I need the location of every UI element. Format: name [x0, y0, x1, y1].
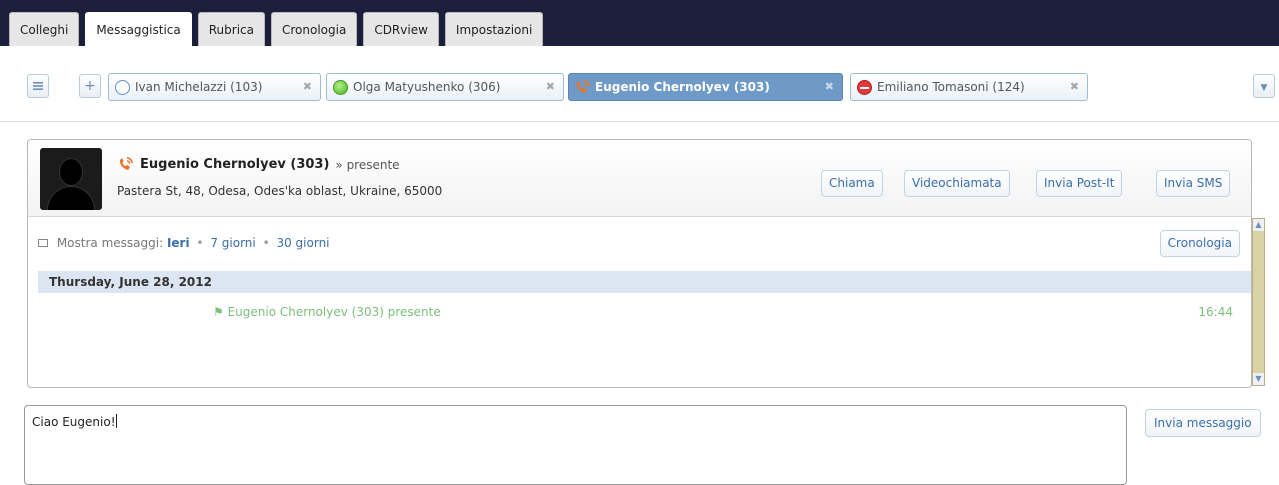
day-header: Thursday, June 28, 2012 [38, 271, 1251, 293]
history-button[interactable]: Cronologia [1159, 230, 1240, 257]
text-caret [115, 414, 117, 428]
divider [0, 121, 1279, 122]
tab-impostazioni[interactable]: Impostazioni [444, 12, 544, 46]
conversation-tab-label: Ivan Michelazzi (103) [135, 80, 263, 94]
close-icon[interactable]: ✖ [825, 74, 834, 100]
tab-colleghi[interactable]: Colleghi [9, 12, 80, 46]
conversation-tab-bar: + Ivan Michelazzi (103) ✖ Olga Matyushen… [0, 46, 1279, 124]
call-button[interactable]: Chiama [821, 170, 883, 197]
event-time: 16:44 [1198, 305, 1233, 319]
separator-dot: • [196, 236, 204, 250]
offline-status-icon [115, 80, 130, 95]
filter-7-giorni[interactable]: 7 giorni [210, 236, 255, 250]
conversation-tab-label: Emiliano Tomasoni (124) [877, 80, 1025, 94]
send-sms-button[interactable]: Invia SMS [1156, 170, 1231, 197]
filter-30-giorni[interactable]: 30 giorni [276, 236, 329, 250]
avatar [40, 148, 102, 210]
message-input-text: Ciao Eugenio! [32, 415, 116, 429]
flag-icon: ⚑ [213, 305, 228, 319]
filter-ieri[interactable]: Ieri [167, 236, 190, 250]
scroll-up-icon[interactable]: ▲ [1253, 219, 1264, 231]
add-conversation-button[interactable]: + [79, 74, 101, 98]
message-history: Mostra messaggi: Ieri • 7 giorni • 30 gi… [28, 218, 1251, 387]
conversation-tab-label: Olga Matyushenko (306) [353, 80, 501, 94]
close-icon[interactable]: ✖ [303, 74, 312, 100]
scroll-down-icon[interactable]: ▼ [1253, 373, 1264, 385]
video-call-button[interactable]: Videochiamata [904, 170, 1010, 197]
menu-icon[interactable] [27, 74, 49, 98]
do-not-disturb-icon [857, 80, 872, 95]
conversation-tab-olga[interactable]: Olga Matyushenko (306) ✖ [326, 73, 564, 101]
contact-name: Eugenio Chernolyev (303) [140, 157, 330, 172]
tab-cdrview[interactable]: CDRview [363, 12, 439, 46]
online-status-icon [333, 80, 348, 95]
tab-rubrica[interactable]: Rubrica [197, 12, 265, 46]
plus-icon: + [84, 78, 96, 94]
contact-title: Eugenio Chernolyev (303) » presente [117, 156, 400, 173]
separator-dot: • [262, 236, 270, 250]
contact-header: Eugenio Chernolyev (303) » presente Past… [28, 140, 1251, 217]
presence-event: ⚑ Eugenio Chernolyev (303) presente [213, 305, 441, 319]
envelope-icon [38, 239, 48, 247]
send-message-button[interactable]: Invia messaggio [1145, 409, 1261, 437]
event-text: Eugenio Chernolyev (303) presente [227, 305, 441, 319]
conversation-panel: Eugenio Chernolyev (303) » presente Past… [27, 139, 1252, 388]
contact-address: Pastera St, 48, Odesa, Odes'ka oblast, U… [117, 184, 443, 198]
send-postit-button[interactable]: Invia Post-It [1036, 170, 1123, 197]
main-tabs: Colleghi Messaggistica Rubrica Cronologi… [9, 12, 549, 47]
message-scrollbar[interactable]: ▲ ▼ [1252, 218, 1265, 386]
tabs-dropdown-button[interactable]: ▼ [1253, 74, 1275, 98]
chevron-down-icon: ▼ [1260, 83, 1268, 93]
filter-label: Mostra messaggi: [56, 236, 164, 250]
conversation-tab-eugenio[interactable]: Eugenio Chernolyev (303) ✖ [568, 73, 843, 101]
message-input[interactable]: Ciao Eugenio! [24, 405, 1127, 485]
close-icon[interactable]: ✖ [1070, 74, 1079, 100]
main-tab-bar: Colleghi Messaggistica Rubrica Cronologi… [0, 0, 1279, 47]
conversation-tab-label: Eugenio Chernolyev (303) [595, 80, 770, 94]
tab-cronologia[interactable]: Cronologia [270, 12, 358, 46]
phone-icon [117, 156, 134, 173]
phone-icon [574, 79, 590, 94]
tab-messaggistica[interactable]: Messaggistica [85, 12, 192, 47]
close-icon[interactable]: ✖ [546, 74, 555, 100]
message-filter: Mostra messaggi: Ieri • 7 giorni • 30 gi… [38, 236, 330, 250]
conversation-tab-emiliano[interactable]: Emiliano Tomasoni (124) ✖ [850, 73, 1088, 101]
conversation-tab-ivan[interactable]: Ivan Michelazzi (103) ✖ [108, 73, 321, 101]
contact-presence: » presente [335, 157, 400, 172]
